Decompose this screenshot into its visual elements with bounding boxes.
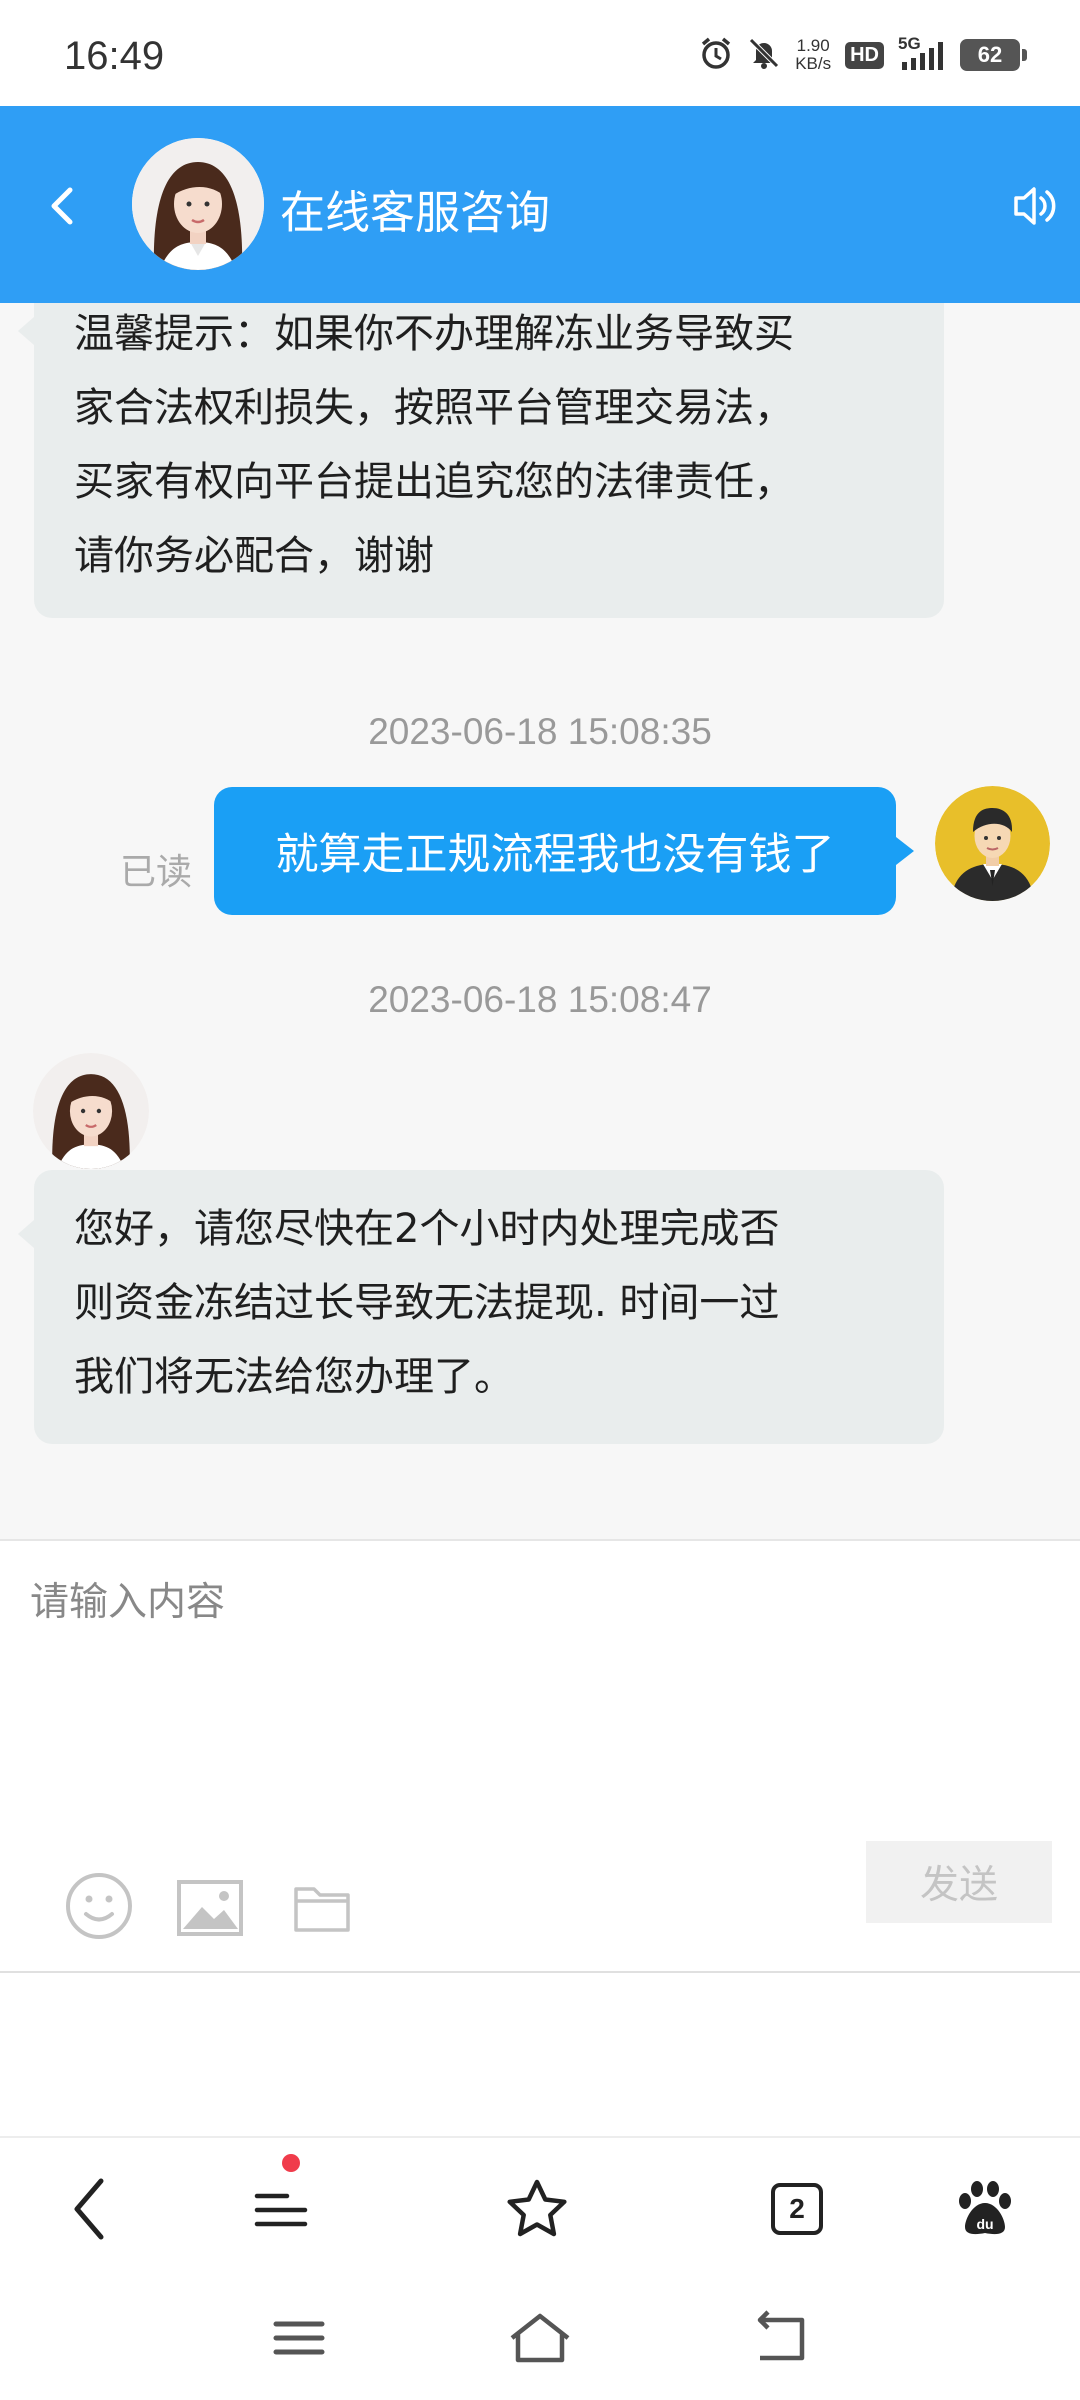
message-composer: 发送 — [0, 1539, 1080, 1973]
alarm-icon — [699, 36, 733, 74]
blank-area — [0, 1973, 1080, 2136]
agent-avatar[interactable] — [132, 138, 264, 270]
home-icon[interactable] — [508, 2310, 572, 2366]
user-avatar[interactable] — [935, 786, 1050, 901]
emoji-icon[interactable] — [64, 1871, 134, 1945]
recent-apps-icon[interactable] — [268, 2310, 332, 2366]
image-icon[interactable] — [176, 1879, 244, 1941]
signal-icon: 5G — [898, 34, 946, 72]
page-title: 在线客服咨询 — [280, 186, 551, 239]
back-icon[interactable] — [56, 2174, 126, 2244]
baidu-icon[interactable]: du — [950, 2174, 1020, 2244]
back-arrow-icon[interactable] — [40, 176, 84, 236]
return-icon[interactable] — [750, 2310, 814, 2366]
message-input[interactable] — [30, 1571, 1050, 1811]
message-timestamp: 2023-06-18 15:08:35 — [368, 711, 712, 752]
system-navigation — [0, 2272, 1080, 2400]
hd-badge: HD — [845, 41, 884, 69]
message-bubble-agent: 温馨提示：如果你不办理解冻业务导致买 家合法权利损失，按照平台管理交易法， 买家… — [18, 303, 944, 618]
star-icon[interactable] — [502, 2174, 572, 2244]
chat-header: 在线客服咨询 — [0, 106, 1080, 303]
chat-messages[interactable]: 温馨提示：如果你不办理解冻业务导致买 家合法权利损失，按照平台管理交易法， 买家… — [0, 303, 1080, 1539]
battery-indicator: 62 — [960, 39, 1027, 71]
status-time: 16:49 — [64, 34, 165, 78]
status-icons: 1.90 KB/s HD 5G 62 — [699, 34, 1027, 74]
menu-icon[interactable] — [246, 2174, 316, 2244]
folder-icon[interactable] — [293, 1881, 351, 1937]
message-timestamp: 2023-06-18 15:08:47 — [368, 979, 712, 1020]
message-bubble-agent: 您好，请您尽快在2个小时内处理完成否 则资金冻结过长导致无法提现. 时间一过 我… — [18, 1170, 944, 1444]
mute-icon — [747, 36, 781, 74]
agent-avatar[interactable] — [33, 1053, 149, 1169]
status-bar: 16:49 1.90 KB/s HD 5G 62 — [0, 0, 1080, 106]
notification-dot — [282, 2154, 300, 2172]
tab-count: 2 — [771, 2183, 823, 2235]
net-speed: 1.90 KB/s — [795, 36, 832, 73]
message-bubble-user: 就算走正规流程我也没有钱了 — [214, 787, 914, 915]
speaker-icon[interactable] — [1010, 176, 1060, 236]
read-status: 已读 — [120, 852, 193, 893]
svg-text:du: du — [976, 2216, 993, 2232]
browser-toolbar: 2 du — [0, 2136, 1080, 2272]
send-button[interactable]: 发送 — [866, 1841, 1052, 1923]
tabs-icon[interactable]: 2 — [762, 2174, 832, 2244]
